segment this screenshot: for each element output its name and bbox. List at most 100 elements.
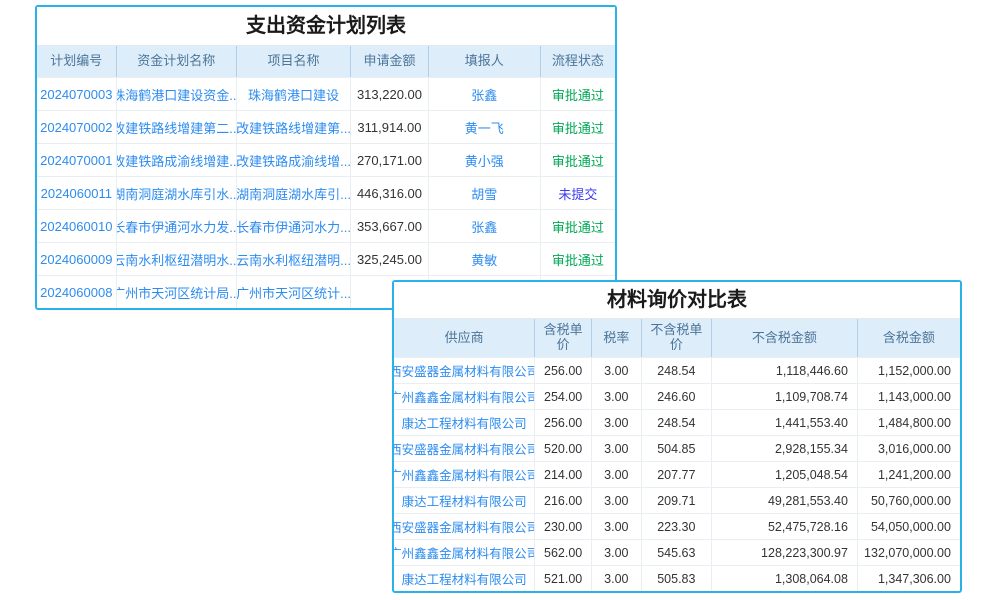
fund-name-link[interactable]: 湖南洞庭湖水库引水... <box>116 177 236 209</box>
price-with-tax-cell: 256.00 <box>534 358 591 383</box>
inquiry-table-row: 西安盛器金属材料有限公司 520.00 3.00 504.85 2,928,15… <box>394 435 960 461</box>
supplier-link[interactable]: 康达工程材料有限公司 <box>394 410 534 435</box>
price-without-tax-cell: 505.83 <box>641 566 711 591</box>
amount-without-tax-cell: 1,118,446.60 <box>711 358 857 383</box>
price-with-tax-cell: 214.00 <box>534 462 591 487</box>
amount-without-tax-cell: 52,475,728.16 <box>711 514 857 539</box>
inquiry-table-row: 广州鑫鑫金属材料有限公司 562.00 3.00 545.63 128,223,… <box>394 539 960 565</box>
amount-without-tax-cell: 2,928,155.34 <box>711 436 857 461</box>
amount-with-tax-cell: 1,152,000.00 <box>857 358 960 383</box>
amount-with-tax-cell: 1,143,000.00 <box>857 384 960 409</box>
project-name-link[interactable]: 云南水利枢纽潜明... <box>236 243 350 275</box>
tax-rate-cell: 3.00 <box>591 488 641 513</box>
price-without-tax-cell: 248.54 <box>641 358 711 383</box>
plan-table-row: 2024060010 长春市伊通河水力发... 长春市伊通河水力... 353,… <box>37 209 615 242</box>
price-without-tax-cell: 545.63 <box>641 540 711 565</box>
reporter-link[interactable]: 黄一飞 <box>428 111 540 143</box>
plan-id-link[interactable]: 2024070001 <box>37 144 116 176</box>
material-inquiry-table-panel: 材料询价对比表 供应商 含税单价 税率 不含税单价 不含税金额 含税金额 西安盛… <box>392 280 962 593</box>
tax-rate-cell: 3.00 <box>591 462 641 487</box>
supplier-link[interactable]: 西安盛器金属材料有限公司 <box>394 514 534 539</box>
plan-table-row: 2024060009 云南水利枢纽潜明水... 云南水利枢纽潜明... 325,… <box>37 242 615 275</box>
price-without-tax-cell: 246.60 <box>641 384 711 409</box>
plan-id-link[interactable]: 2024060009 <box>37 243 116 275</box>
reporter-link[interactable]: 张鑫 <box>428 210 540 242</box>
tax-rate-cell: 3.00 <box>591 436 641 461</box>
column-header-reporter: 填报人 <box>428 46 540 77</box>
project-name-link[interactable]: 改建铁路线增建第... <box>236 111 350 143</box>
reporter-link[interactable]: 黄小强 <box>428 144 540 176</box>
status-label: 审批通过 <box>540 144 615 176</box>
supplier-link[interactable]: 广州鑫鑫金属材料有限公司 <box>394 540 534 565</box>
price-with-tax-cell: 216.00 <box>534 488 591 513</box>
project-name-link[interactable]: 广州市天河区统计... <box>236 276 350 308</box>
price-with-tax-cell: 256.00 <box>534 410 591 435</box>
price-without-tax-cell: 209.71 <box>641 488 711 513</box>
reporter-link[interactable]: 张鑫 <box>428 78 540 110</box>
amount-without-tax-cell: 1,441,553.40 <box>711 410 857 435</box>
column-header-supplier: 供应商 <box>394 319 534 357</box>
supplier-link[interactable]: 广州鑫鑫金属材料有限公司 <box>394 384 534 409</box>
supplier-link[interactable]: 康达工程材料有限公司 <box>394 488 534 513</box>
column-header-status: 流程状态 <box>540 46 615 77</box>
reporter-link[interactable]: 黄敏 <box>428 243 540 275</box>
column-header-amount-with-tax: 含税金额 <box>857 319 960 357</box>
fund-name-link[interactable]: 长春市伊通河水力发... <box>116 210 236 242</box>
amount-with-tax-cell: 1,241,200.00 <box>857 462 960 487</box>
price-with-tax-cell: 230.00 <box>534 514 591 539</box>
inquiry-table-row: 西安盛器金属材料有限公司 230.00 3.00 223.30 52,475,7… <box>394 513 960 539</box>
amount-cell: 270,171.00 <box>350 144 427 176</box>
reporter-link[interactable]: 胡雪 <box>428 177 540 209</box>
amount-with-tax-cell: 1,347,306.00 <box>857 566 960 591</box>
supplier-link[interactable]: 康达工程材料有限公司 <box>394 566 534 591</box>
project-name-link[interactable]: 湖南洞庭湖水库引... <box>236 177 350 209</box>
amount-cell: 353,667.00 <box>350 210 427 242</box>
fund-name-link[interactable]: 珠海鹤港口建设资金... <box>116 78 236 110</box>
amount-without-tax-cell: 1,205,048.54 <box>711 462 857 487</box>
price-with-tax-cell: 254.00 <box>534 384 591 409</box>
plan-id-link[interactable]: 2024070002 <box>37 111 116 143</box>
plan-id-link[interactable]: 2024060011 <box>37 177 116 209</box>
amount-without-tax-cell: 1,109,708.74 <box>711 384 857 409</box>
project-name-link[interactable]: 改建铁路成渝线增... <box>236 144 350 176</box>
amount-with-tax-cell: 3,016,000.00 <box>857 436 960 461</box>
project-name-link[interactable]: 珠海鹤港口建设 <box>236 78 350 110</box>
fund-name-link[interactable]: 改建铁路线增建第二... <box>116 111 236 143</box>
amount-cell: 325,245.00 <box>350 243 427 275</box>
fund-name-link[interactable]: 广州市天河区统计局... <box>116 276 236 308</box>
tax-rate-cell: 3.00 <box>591 540 641 565</box>
amount-cell: 446,316.00 <box>350 177 427 209</box>
price-with-tax-cell: 520.00 <box>534 436 591 461</box>
tax-rate-cell: 3.00 <box>591 384 641 409</box>
amount-with-tax-cell: 1,484,800.00 <box>857 410 960 435</box>
fund-name-link[interactable]: 云南水利枢纽潜明水... <box>116 243 236 275</box>
supplier-link[interactable]: 西安盛器金属材料有限公司 <box>394 358 534 383</box>
amount-without-tax-cell: 128,223,300.97 <box>711 540 857 565</box>
column-header-amount: 申请金额 <box>350 46 427 77</box>
supplier-link[interactable]: 广州鑫鑫金属材料有限公司 <box>394 462 534 487</box>
fund-name-link[interactable]: 改建铁路成渝线增建... <box>116 144 236 176</box>
plan-table-row: 2024060011 湖南洞庭湖水库引水... 湖南洞庭湖水库引... 446,… <box>37 176 615 209</box>
expense-plan-table-header: 计划编号 资金计划名称 项目名称 申请金额 填报人 流程状态 <box>37 46 615 77</box>
status-label: 审批通过 <box>540 210 615 242</box>
price-without-tax-cell: 504.85 <box>641 436 711 461</box>
expense-plan-table-panel: 支出资金计划列表 计划编号 资金计划名称 项目名称 申请金额 填报人 流程状态 … <box>35 5 617 310</box>
project-name-link[interactable]: 长春市伊通河水力... <box>236 210 350 242</box>
supplier-link[interactable]: 西安盛器金属材料有限公司 <box>394 436 534 461</box>
tax-rate-cell: 3.00 <box>591 410 641 435</box>
inquiry-table-row: 康达工程材料有限公司 216.00 3.00 209.71 49,281,553… <box>394 487 960 513</box>
expense-plan-table-title: 支出资金计划列表 <box>37 7 615 46</box>
price-without-tax-cell: 248.54 <box>641 410 711 435</box>
tax-rate-cell: 3.00 <box>591 514 641 539</box>
status-label: 审批通过 <box>540 78 615 110</box>
amount-with-tax-cell: 54,050,000.00 <box>857 514 960 539</box>
status-label: 未提交 <box>540 177 615 209</box>
inquiry-table-row: 康达工程材料有限公司 521.00 3.00 505.83 1,308,064.… <box>394 565 960 591</box>
plan-table-row: 2024070002 改建铁路线增建第二... 改建铁路线增建第... 311,… <box>37 110 615 143</box>
plan-id-link[interactable]: 2024060010 <box>37 210 116 242</box>
column-header-tax-rate: 税率 <box>591 319 641 357</box>
plan-id-link[interactable]: 2024060008 <box>37 276 116 308</box>
price-with-tax-cell: 521.00 <box>534 566 591 591</box>
plan-id-link[interactable]: 2024070003 <box>37 78 116 110</box>
amount-with-tax-cell: 50,760,000.00 <box>857 488 960 513</box>
